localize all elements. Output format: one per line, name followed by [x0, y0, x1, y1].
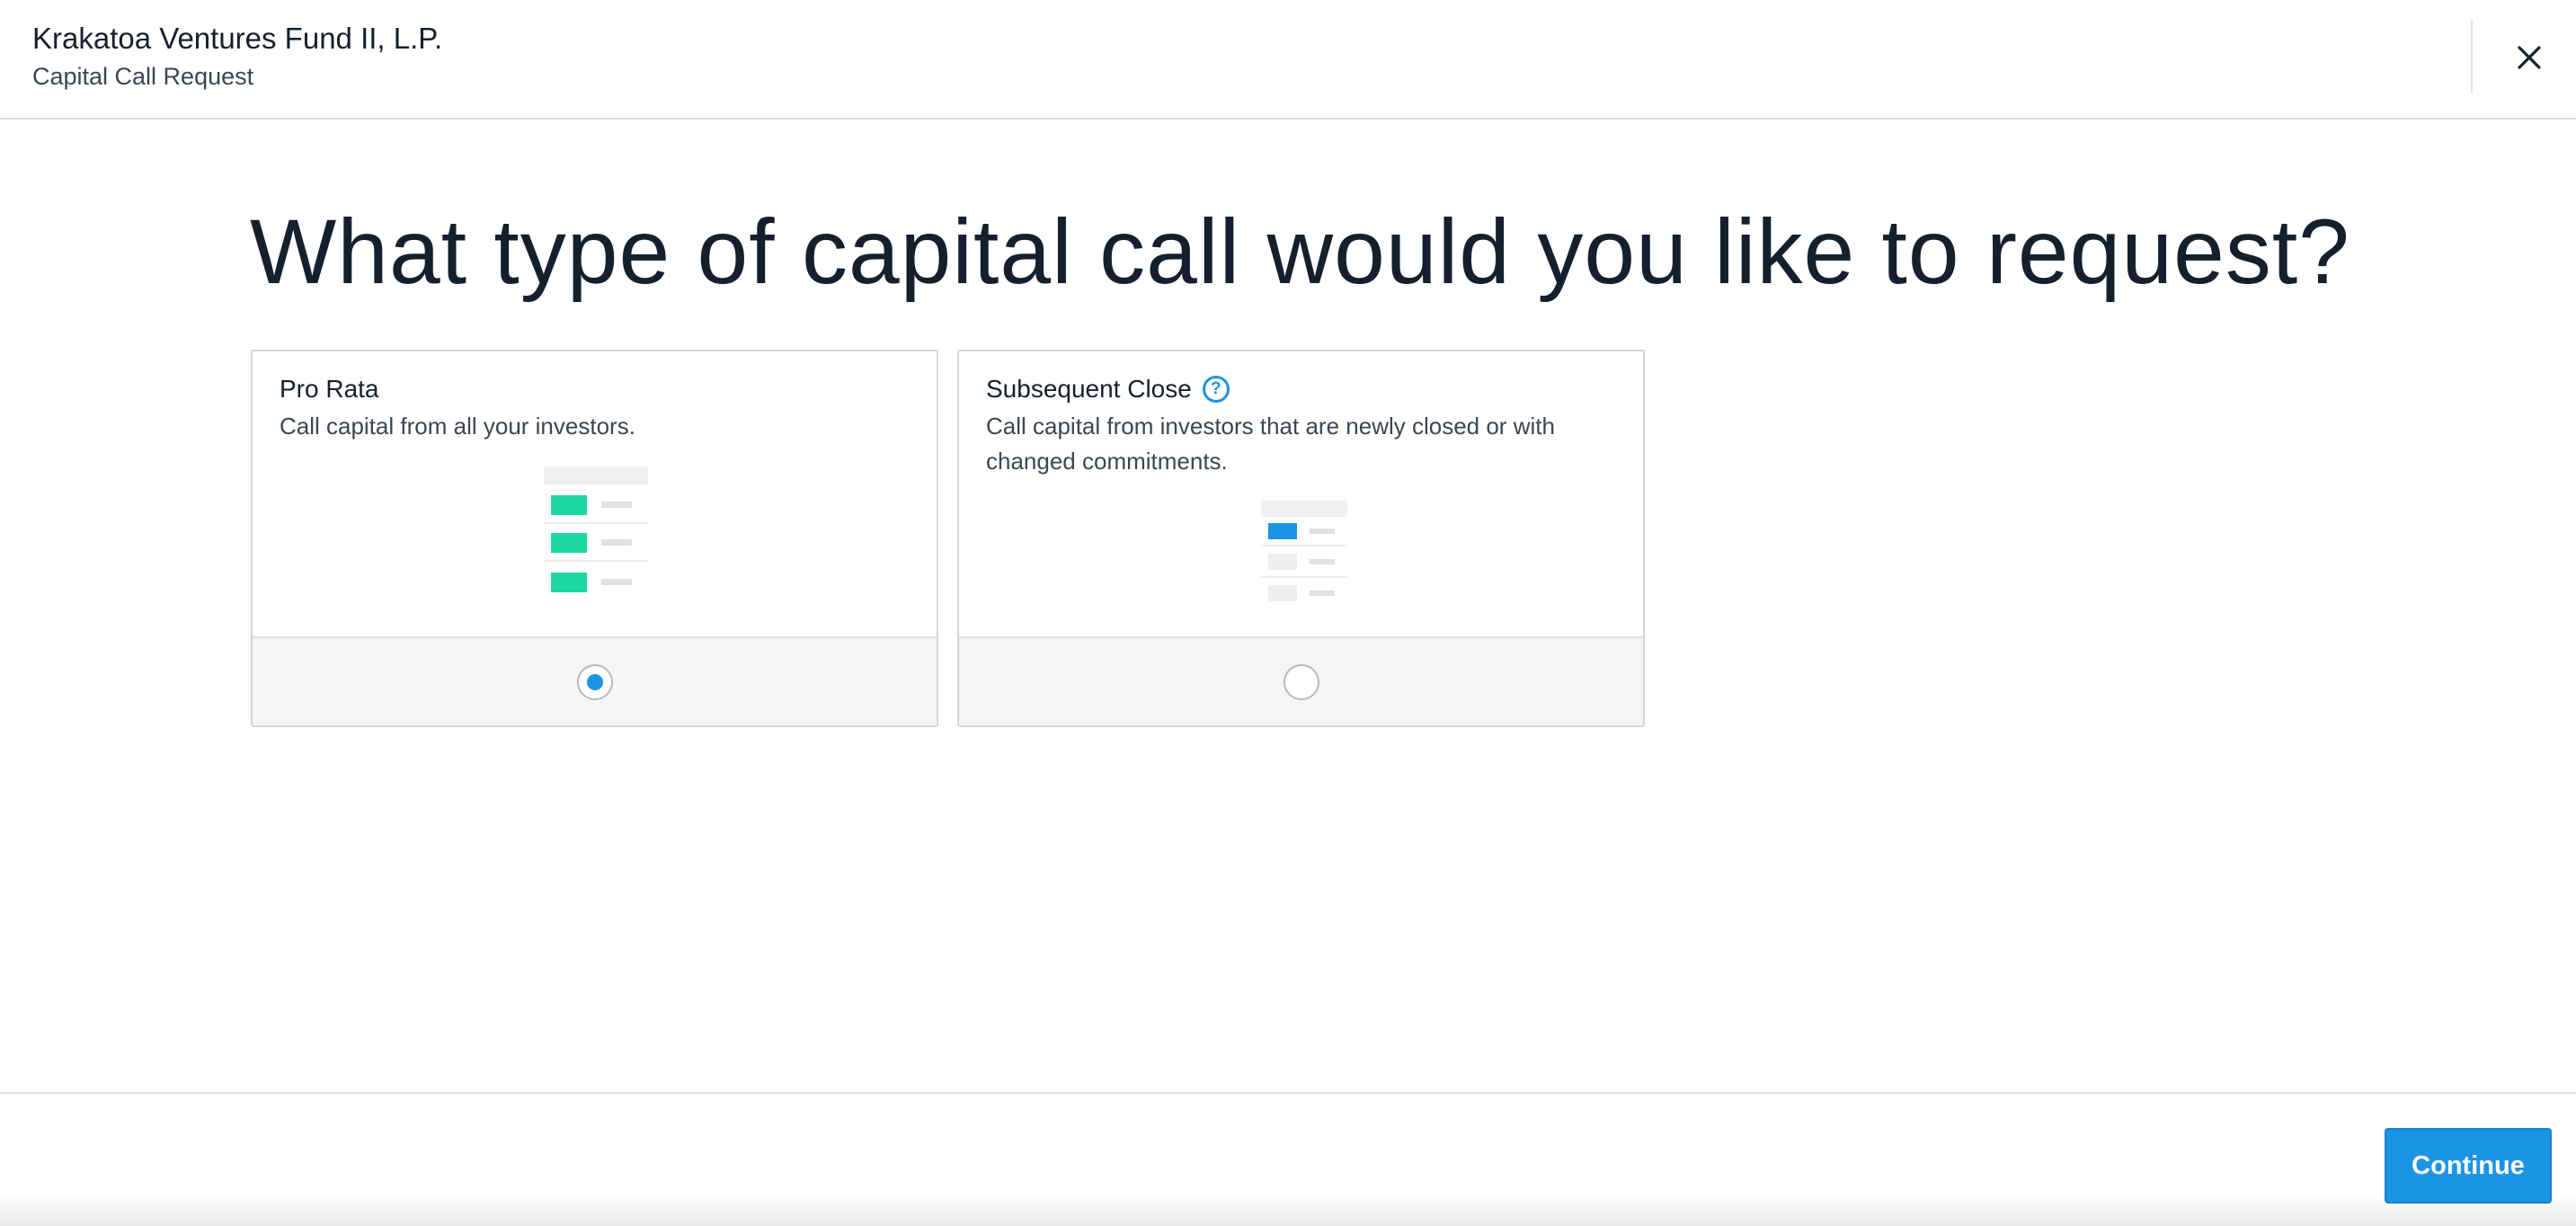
close-icon: [2518, 46, 2541, 69]
bottom-shadow: [0, 1195, 2576, 1226]
option-title: Subsequent Close ?: [986, 375, 1230, 404]
pro-rata-illustration: [544, 466, 648, 592]
fund-name: Krakatoa Ventures Fund II, L.P.: [32, 22, 443, 55]
page-question: What type of capital call would you like…: [250, 200, 2350, 303]
footer-divider: [0, 1092, 2576, 1094]
pro-rata-radio[interactable]: [576, 663, 613, 700]
modal-header: Krakatoa Ventures Fund II, L.P. Capital …: [0, 0, 2576, 120]
subsequent-close-illustration: [1261, 501, 1347, 601]
radio-selected-dot: [586, 673, 603, 690]
subsequent-close-radio[interactable]: [1283, 663, 1319, 700]
option-description: Call capital from investors that are new…: [986, 413, 1555, 475]
option-card-subsequent-close[interactable]: Subsequent Close ? Call capital from inv…: [957, 350, 1645, 727]
option-card-pro-rata[interactable]: Pro Rata Call capital from all your inve…: [251, 350, 938, 727]
question-circle-icon[interactable]: ?: [1202, 376, 1230, 403]
page-subtitle: Capital Call Request: [32, 63, 254, 90]
header-divider: [2471, 20, 2473, 93]
option-footer: [253, 636, 937, 725]
close-button[interactable]: [2508, 36, 2551, 79]
option-title-text: Pro Rata: [280, 375, 379, 403]
option-footer: [959, 636, 1643, 725]
option-title: Pro Rata: [280, 375, 379, 404]
option-title-text: Subsequent Close: [986, 375, 1192, 403]
continue-button[interactable]: Continue: [2385, 1128, 2552, 1204]
option-description: Call capital from all your investors.: [280, 413, 635, 440]
